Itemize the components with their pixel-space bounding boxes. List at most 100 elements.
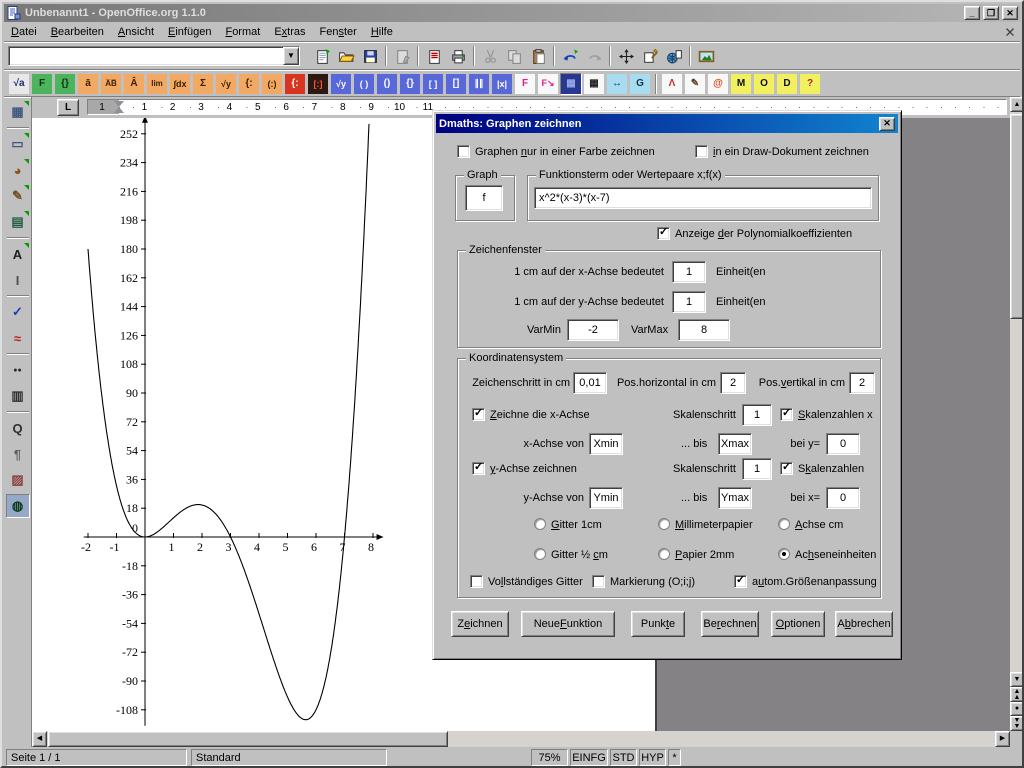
dm-paren-wide-icon[interactable]: ( ) bbox=[353, 73, 375, 95]
dm-root-icon[interactable]: √y bbox=[215, 73, 237, 95]
navigator-icon[interactable] bbox=[614, 44, 638, 68]
new-document-icon[interactable] bbox=[310, 44, 334, 68]
autosize-checkbox[interactable] bbox=[734, 575, 747, 588]
dm-function-green-icon[interactable]: F bbox=[31, 73, 53, 95]
status-insert-mode[interactable]: EINFG bbox=[570, 749, 608, 766]
insert-table-icon[interactable]: ▦ bbox=[6, 100, 30, 124]
tab-type-button[interactable]: L bbox=[57, 99, 79, 116]
scroll-down-icon[interactable]: ▼ bbox=[1010, 672, 1024, 687]
scroll-up-icon[interactable]: ▲ bbox=[1010, 97, 1024, 112]
dm-braces-blue-icon[interactable]: {} bbox=[399, 73, 421, 95]
direct-cursor-icon[interactable]: I bbox=[6, 268, 30, 292]
dm-D-icon[interactable]: D bbox=[776, 73, 798, 95]
horizontal-scroll-thumb[interactable] bbox=[48, 731, 448, 747]
x-scale-field[interactable]: 1 bbox=[672, 261, 706, 283]
dialog-title-bar[interactable]: Dmaths: Graphen zeichnen ✕ bbox=[436, 114, 898, 133]
dm-function-pink-icon[interactable]: F bbox=[514, 73, 536, 95]
form-functions-icon[interactable]: ▤ bbox=[6, 210, 30, 234]
dm-abs-icon[interactable]: |x| bbox=[491, 73, 513, 95]
gitter-1cm-radio[interactable] bbox=[534, 518, 546, 530]
dm-compass-icon[interactable]: Λ bbox=[661, 73, 683, 95]
hyperlink-dialog-icon[interactable] bbox=[662, 44, 686, 68]
millimeterpapier-radio[interactable] bbox=[658, 518, 670, 530]
insert-frame-icon[interactable]: ▭ bbox=[6, 132, 30, 156]
optionen-button[interactable]: Optionen bbox=[771, 611, 825, 637]
funktionsterm-input[interactable]: x^2*(x-3)*(x-7) bbox=[534, 187, 872, 209]
status-zoom[interactable]: 75% bbox=[531, 749, 568, 766]
insert-object-icon[interactable]: ◕ bbox=[6, 158, 30, 182]
stylist-icon[interactable] bbox=[638, 44, 662, 68]
graph-name-field[interactable]: f bbox=[465, 185, 503, 211]
gallery-icon[interactable] bbox=[694, 44, 718, 68]
dm-spiral-icon[interactable]: @ bbox=[707, 73, 729, 95]
open-document-icon[interactable] bbox=[334, 44, 358, 68]
achseneinheiten-radio[interactable] bbox=[778, 548, 790, 560]
pos-horizontal-field[interactable]: 2 bbox=[720, 372, 746, 394]
status-hyperlink-mode[interactable]: HYP bbox=[639, 749, 666, 766]
dm-integral-icon[interactable]: ∫dx bbox=[169, 73, 191, 95]
pos-vertikal-field[interactable]: 2 bbox=[849, 372, 875, 394]
insert-fields-icon[interactable]: A bbox=[6, 242, 30, 266]
dm-sqrt-a-icon[interactable]: √a bbox=[8, 73, 30, 95]
data-sources-icon[interactable]: ▥ bbox=[6, 384, 30, 408]
bei-x-field[interactable]: 0 bbox=[826, 487, 860, 509]
draw-document-checkbox[interactable] bbox=[695, 145, 708, 158]
url-dropdown-icon[interactable]: ▼ bbox=[283, 47, 299, 65]
y-axis-checkbox[interactable] bbox=[472, 462, 485, 475]
dm-draw-graph-icon[interactable]: ▦ bbox=[560, 73, 582, 95]
find-replace-icon[interactable]: ●● bbox=[6, 358, 30, 382]
dm-matrix-dark-icon[interactable]: [:] bbox=[307, 73, 329, 95]
horizontal-scroll-track[interactable] bbox=[47, 731, 995, 747]
dm-O-icon[interactable]: O bbox=[753, 73, 775, 95]
scroll-left-icon[interactable]: ◀ bbox=[32, 731, 47, 747]
neue-funktion-button[interactable]: Neue Funktion bbox=[521, 611, 615, 637]
y-von-field[interactable]: Ymin bbox=[589, 487, 623, 509]
menu-hilfe[interactable]: Hilfe bbox=[364, 23, 400, 41]
export-pdf-icon[interactable] bbox=[422, 44, 446, 68]
varmin-field[interactable]: -2 bbox=[567, 319, 619, 341]
dm-bracket-icon[interactable]: [] bbox=[445, 73, 467, 95]
skalenschritt-y-field[interactable]: 1 bbox=[742, 458, 772, 480]
single-color-checkbox[interactable] bbox=[457, 145, 470, 158]
zeichenschritt-field[interactable]: 0,01 bbox=[573, 372, 607, 394]
close-document-icon[interactable]: ✕ bbox=[1002, 25, 1018, 39]
scroll-right-icon[interactable]: ▶ bbox=[995, 731, 1010, 747]
vollstaendiges-gitter-checkbox[interactable] bbox=[470, 575, 483, 588]
berechnen-button[interactable]: Berechnen bbox=[701, 611, 759, 637]
x-von-field[interactable]: Xmin bbox=[589, 433, 623, 455]
zoom-icon[interactable]: Q bbox=[6, 416, 30, 440]
dm-angle-icon[interactable]: Â bbox=[123, 73, 145, 95]
dm-braces-green-icon[interactable]: {} bbox=[54, 73, 76, 95]
varmax-field[interactable]: 8 bbox=[678, 319, 730, 341]
x-bis-field[interactable]: Xmax bbox=[718, 433, 752, 455]
dm-pencil-icon[interactable]: ✎ bbox=[684, 73, 706, 95]
dm-grid-icon[interactable]: ▦ bbox=[583, 73, 605, 95]
achse-cm-radio[interactable] bbox=[778, 518, 790, 530]
skalenschritt-x-field[interactable]: 1 bbox=[742, 404, 772, 426]
navigation-icon[interactable]: ● bbox=[1010, 702, 1024, 716]
graphics-toggle-icon[interactable]: ▨ bbox=[6, 468, 30, 492]
abbrechen-button[interactable]: Abbrechen bbox=[835, 611, 893, 637]
previous-page-icon[interactable]: ▲▲ bbox=[1010, 687, 1024, 702]
horizontal-scrollbar[interactable]: ◀ ▶ bbox=[32, 731, 1010, 747]
dm-help-icon[interactable]: ? bbox=[799, 73, 821, 95]
url-input[interactable] bbox=[9, 47, 283, 65]
markierung-checkbox[interactable] bbox=[592, 575, 605, 588]
dm-cases-orange-icon[interactable]: (:) bbox=[261, 73, 283, 95]
gitter-halb-cm-radio[interactable] bbox=[534, 548, 546, 560]
y-bis-field[interactable]: Ymax bbox=[718, 487, 752, 509]
vertical-scroll-thumb[interactable] bbox=[1010, 114, 1024, 319]
dm-paren-icon[interactable]: () bbox=[376, 73, 398, 95]
dm-geometry-G-icon[interactable]: G bbox=[629, 73, 651, 95]
dm-sum-icon[interactable]: Σ bbox=[192, 73, 214, 95]
dm-M-icon[interactable]: M bbox=[730, 73, 752, 95]
online-layout-icon[interactable]: ◍ bbox=[6, 494, 30, 518]
restore-button[interactable]: ❐ bbox=[983, 6, 999, 20]
nonprinting-characters-icon[interactable]: ¶ bbox=[6, 442, 30, 466]
vertical-scroll-track[interactable] bbox=[1010, 112, 1024, 672]
menu-format[interactable]: Format bbox=[218, 23, 267, 41]
next-page-icon[interactable]: ▼▼ bbox=[1010, 716, 1024, 731]
spellcheck-icon[interactable]: ✓ bbox=[6, 300, 30, 324]
paste-icon[interactable] bbox=[526, 44, 550, 68]
punkte-button[interactable]: Punkte bbox=[631, 611, 685, 637]
